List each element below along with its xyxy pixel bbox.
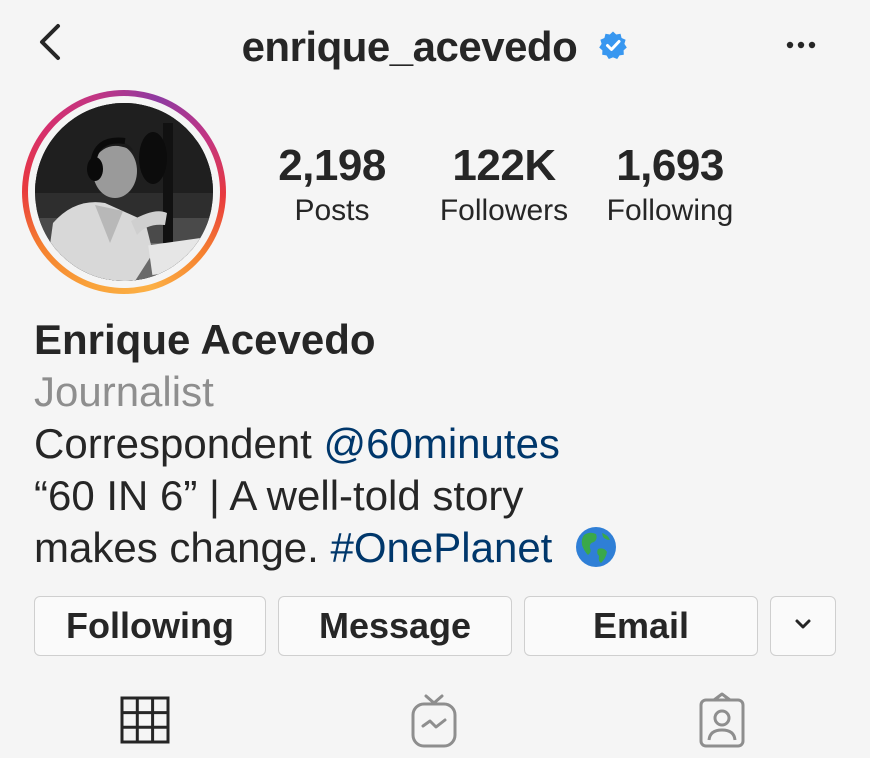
profile-bio: Correspondent @60minutes “60 IN 6” | A w… <box>34 418 834 574</box>
following-stat[interactable]: 1,693 Following <box>592 140 748 230</box>
bio-line-2: “60 IN 6” | A well-told story <box>34 472 524 519</box>
avatar <box>35 103 213 281</box>
posts-label: Posts <box>294 194 370 227</box>
suggested-accounts-button[interactable] <box>770 596 836 656</box>
verified-badge-icon <box>599 31 628 59</box>
email-button[interactable]: Email <box>524 596 758 656</box>
followers-label: Followers <box>439 194 569 227</box>
more-options-button[interactable] <box>778 30 824 60</box>
grid-icon <box>120 696 170 744</box>
profile-name: Enrique Acevedo <box>34 316 376 363</box>
bio-text: Correspondent <box>34 420 324 467</box>
globe-americas-icon <box>576 526 617 567</box>
following-count: 1,693 <box>616 141 724 190</box>
igtv-icon <box>411 694 457 748</box>
avatar-photo-illustration <box>35 103 213 281</box>
profile-username-header: enrique_acevedo <box>0 20 870 71</box>
story-ring[interactable] <box>22 90 226 294</box>
posts-count: 2,198 <box>278 141 386 190</box>
more-horizontal-icon <box>786 41 816 49</box>
tagged-icon <box>699 692 745 748</box>
tab-tagged[interactable] <box>692 690 752 750</box>
tab-igtv[interactable] <box>404 690 464 750</box>
message-button[interactable]: Message <box>278 596 512 656</box>
posts-stat[interactable]: 2,198 Posts <box>262 140 402 230</box>
following-label: Following <box>606 194 734 227</box>
username: enrique_acevedo <box>241 22 578 70</box>
tab-posts-grid[interactable] <box>116 690 176 750</box>
chevron-down-icon <box>795 619 811 629</box>
following-button[interactable]: Following <box>34 596 266 656</box>
profile-category: Journalist <box>34 368 214 415</box>
bio-hashtag-link[interactable]: #OnePlanet <box>331 524 553 571</box>
followers-stat[interactable]: 122K Followers <box>424 140 584 230</box>
bio-line-1: Correspondent @60minutes <box>34 418 834 470</box>
bio-mention-link[interactable]: @60minutes <box>324 420 560 467</box>
bio-text: makes change. <box>34 524 331 571</box>
followers-count: 122K <box>452 141 556 190</box>
bio-line-3: makes change. #OnePlanet <box>34 522 834 574</box>
